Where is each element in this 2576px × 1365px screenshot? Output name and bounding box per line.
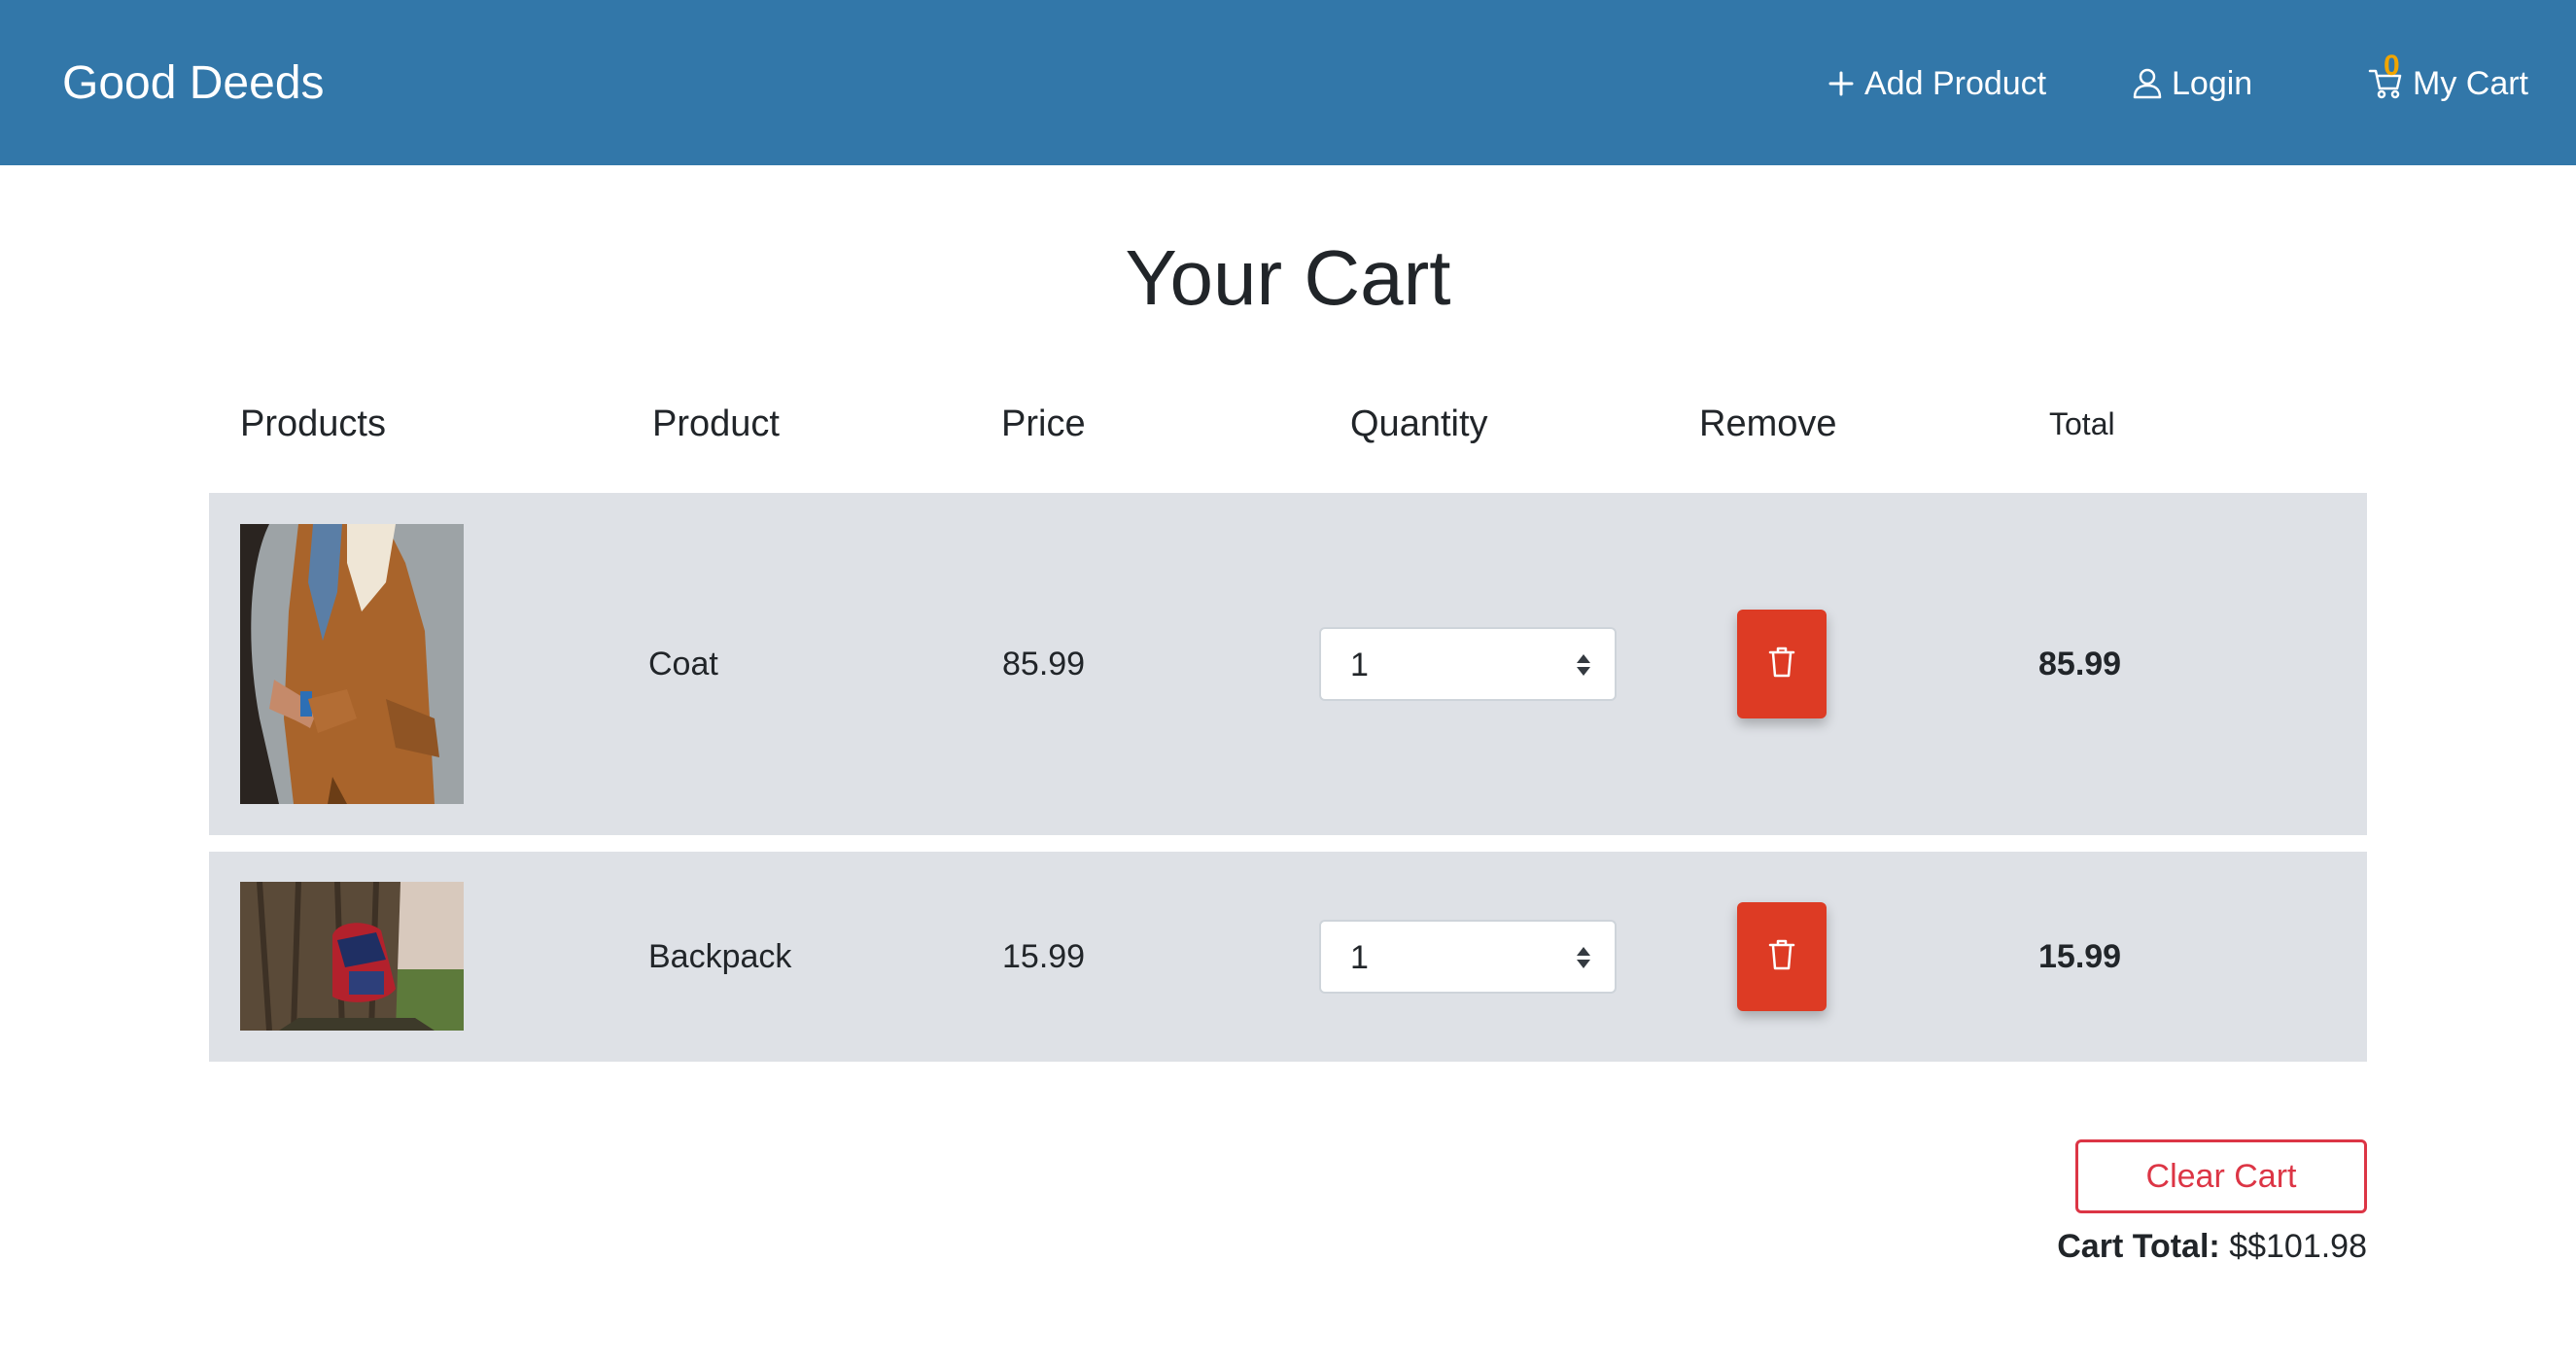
product-name: Backpack xyxy=(648,938,792,975)
header-products: Products xyxy=(240,403,386,444)
product-name: Coat xyxy=(648,646,718,682)
header-remove: Remove xyxy=(1699,403,1837,444)
header-price: Price xyxy=(1001,403,1086,444)
trash-icon xyxy=(1768,938,1795,976)
cart-icon: 0 xyxy=(2368,52,2403,100)
sort-arrows-icon xyxy=(1576,652,1591,682)
login-label: Login xyxy=(2172,64,2253,102)
login-link[interactable]: Login xyxy=(2133,60,2252,107)
cart-total-value: $$101.98 xyxy=(2229,1228,2367,1265)
cart-count-badge: 0 xyxy=(2384,50,2400,82)
product-price: 85.99 xyxy=(1002,646,1086,682)
remove-item-button[interactable] xyxy=(1737,902,1827,1011)
row-total: 15.99 xyxy=(2038,938,2122,975)
quantity-select[interactable]: 1 xyxy=(1319,627,1617,701)
cart-row: Coat 85.99 1 85.99 xyxy=(209,493,2367,835)
add-product-label: Add Product xyxy=(1864,64,2047,102)
clear-cart-button[interactable]: Clear Cart xyxy=(2075,1139,2367,1213)
trash-icon xyxy=(1768,646,1795,683)
cart-total-label: Cart Total: xyxy=(2057,1228,2220,1265)
quantity-value: 1 xyxy=(1350,939,1369,976)
user-icon xyxy=(2133,68,2162,99)
header-product: Product xyxy=(652,403,780,444)
page-title: Your Cart xyxy=(1125,234,1451,321)
header-total: Total xyxy=(2049,406,2115,441)
brand-logo-text[interactable]: Good Deeds xyxy=(62,54,325,113)
quantity-value: 1 xyxy=(1350,647,1369,683)
product-price: 15.99 xyxy=(1002,938,1086,975)
header-quantity: Quantity xyxy=(1350,403,1488,444)
plus-icon xyxy=(1828,70,1855,97)
my-cart-label: My Cart xyxy=(2413,64,2528,102)
cart-total: Cart Total: $$101.98 xyxy=(2057,1225,2367,1268)
backpack-product-image xyxy=(240,882,464,1031)
top-navbar: Good Deeds Add Product Login 0 My Cart xyxy=(0,0,2576,165)
coat-product-image xyxy=(240,524,464,804)
sort-arrows-icon xyxy=(1576,945,1591,975)
quantity-select[interactable]: 1 xyxy=(1319,920,1617,994)
cart-row: Backpack 15.99 1 15.99 xyxy=(209,852,2367,1062)
my-cart-link[interactable]: 0 My Cart xyxy=(2368,52,2528,107)
row-total: 85.99 xyxy=(2038,646,2122,682)
add-product-link[interactable]: Add Product xyxy=(1828,60,2046,107)
remove-item-button[interactable] xyxy=(1737,610,1827,718)
